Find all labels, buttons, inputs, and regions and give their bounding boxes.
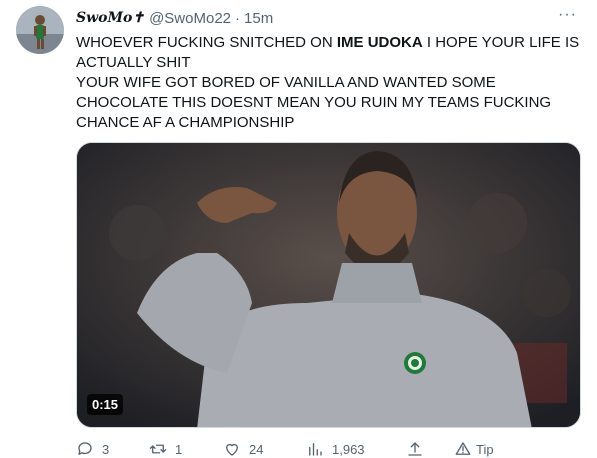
video-player[interactable]: 0:15	[76, 142, 581, 428]
tweet-text-before: WHOEVER FUCKING SNITCHED ON	[76, 34, 337, 51]
retweet-icon	[149, 444, 167, 454]
share-icon	[408, 442, 422, 456]
views-icon	[309, 443, 322, 456]
like-button[interactable]: 24	[223, 440, 263, 458]
views-button[interactable]: 1,963	[306, 440, 365, 458]
video-thumbnail	[77, 143, 580, 427]
view-count: 1,963	[332, 441, 365, 457]
reply-button[interactable]: 3	[76, 440, 109, 458]
display-name[interactable]: SwoMo✝	[76, 10, 144, 26]
reply-count: 3	[102, 441, 110, 457]
reply-icon	[78, 442, 92, 455]
user-handle[interactable]: @SwoMo22	[149, 10, 231, 27]
retweet-button[interactable]: 1	[149, 440, 182, 458]
retweet-count: 1	[175, 441, 183, 457]
heart-icon	[226, 443, 238, 456]
tweet-actions: 3 1 24 1,963 Tip	[76, 440, 581, 458]
tweet-text-line-1: WHOEVER FUCKING SNITCHED ON IME UDOKA I …	[76, 33, 581, 73]
tip-icon	[455, 442, 471, 455]
tweet-header: SwoMo✝ @SwoMo22 · 15m ···	[76, 6, 577, 28]
tweet-text-bold: IME UDOKA	[336, 34, 423, 51]
share-button[interactable]	[406, 440, 424, 458]
tip-button[interactable]: Tip	[454, 440, 494, 458]
separator-dot: ·	[235, 9, 241, 27]
tip-label: Tip	[476, 441, 494, 457]
avatar[interactable]	[16, 6, 64, 54]
tweet-text-line-2: YOUR WIFE GOT BORED OF VANILLA AND WANTE…	[76, 74, 552, 131]
like-count: 24	[249, 441, 264, 457]
tweet-text: WHOEVER FUCKING SNITCHED ON IME UDOKA I …	[76, 33, 581, 133]
avatar-image	[16, 6, 64, 54]
timestamp[interactable]: 15m	[244, 10, 273, 27]
video-duration: 0:15	[87, 394, 124, 415]
more-options-icon[interactable]: ···	[558, 6, 577, 24]
